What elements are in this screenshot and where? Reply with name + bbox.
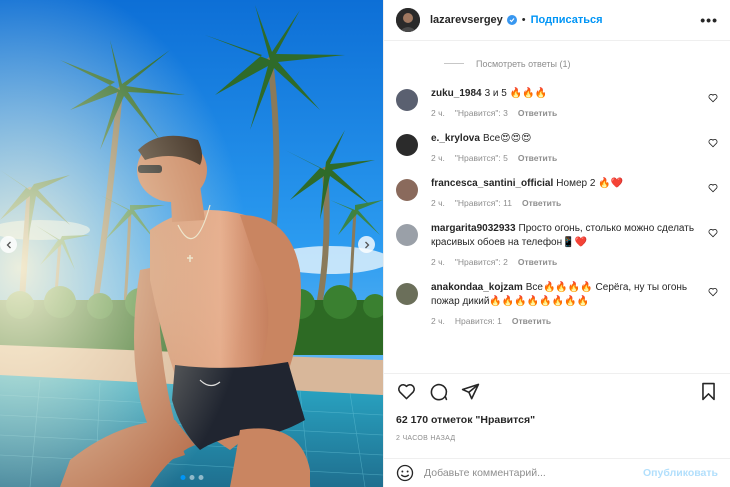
post-time[interactable]: 2 ЧАСОВ НАЗАД xyxy=(396,435,718,442)
comment-text: Номер 2 🔥❤️ xyxy=(556,177,624,189)
likes-count[interactable]: 62 170 отметок "Нравится" xyxy=(396,414,718,426)
heart-icon[interactable] xyxy=(396,382,416,402)
comment-time[interactable]: 2 ч. xyxy=(431,198,445,208)
comment-likes[interactable]: "Нравится": 11 xyxy=(455,198,512,208)
carousel-dot xyxy=(189,475,194,480)
verified-badge-icon xyxy=(506,14,517,25)
commenter-avatar[interactable] xyxy=(396,223,418,246)
commenter-avatar[interactable] xyxy=(396,282,418,305)
comment-input[interactable] xyxy=(424,467,644,479)
carousel-dots xyxy=(180,475,203,480)
commenter-username[interactable]: e._krylova xyxy=(431,133,480,144)
commenter-username[interactable]: anakondaa_kojzam xyxy=(431,282,523,293)
post-actions: 62 170 отметок "Нравится" 2 ЧАСОВ НАЗАД … xyxy=(384,372,730,487)
comment-likes[interactable]: "Нравится": 5 xyxy=(455,153,508,163)
reply-button[interactable]: Ответить xyxy=(518,153,557,163)
comment-item: e._krylova Все😍😍😍 2 ч. "Нравится": 5 Отве… xyxy=(396,132,718,163)
instagram-post: lazarevsergey • Подписаться ••• Посмотре… xyxy=(0,0,730,487)
commenter-username[interactable]: zuku_1984 xyxy=(431,88,482,99)
like-comment-icon[interactable] xyxy=(708,93,718,103)
author-username[interactable]: lazarevsergey xyxy=(430,14,503,26)
post-photo[interactable] xyxy=(0,0,383,487)
comment-icon[interactable] xyxy=(428,382,448,402)
comment-item: francesca_santini_official Номер 2 🔥❤️ 2 … xyxy=(396,177,718,208)
comments-list[interactable]: Посмотреть ответы (1) zuku_1984 3 и 5 🔥🔥🔥… xyxy=(384,41,730,373)
comment-likes[interactable]: "Нравится": 2 xyxy=(455,257,508,267)
like-comment-icon[interactable] xyxy=(708,228,718,238)
comment-time[interactable]: 2 ч. xyxy=(431,153,445,163)
action-bar xyxy=(396,374,718,410)
view-replies-button[interactable]: Посмотреть ответы (1) xyxy=(444,51,718,77)
comment-text: Все😍😍😍 xyxy=(482,132,532,144)
author-avatar[interactable] xyxy=(396,7,420,32)
next-arrow-icon[interactable] xyxy=(358,236,375,253)
comment-text: 3 и 5 🔥🔥🔥 xyxy=(484,87,547,99)
commenter-username[interactable]: francesca_santini_official xyxy=(431,178,553,189)
comment-composer: Опубликовать xyxy=(384,458,730,487)
post-side-panel: lazarevsergey • Подписаться ••• Посмотре… xyxy=(383,0,730,487)
comment-time[interactable]: 2 ч. xyxy=(431,316,445,326)
prev-arrow-icon[interactable] xyxy=(0,236,17,253)
comment-likes[interactable]: Нравится: 1 xyxy=(455,316,502,326)
reply-button[interactable]: Ответить xyxy=(522,198,561,208)
comment-item: zuku_1984 3 и 5 🔥🔥🔥 2 ч. "Нравится": 3 От… xyxy=(396,87,718,118)
comment-likes[interactable]: "Нравится": 3 xyxy=(455,108,508,118)
separator-dot: • xyxy=(521,13,526,26)
reply-button[interactable]: Ответить xyxy=(518,108,557,118)
comment-item: margarita9032933 Просто огонь, столько мо… xyxy=(396,222,718,267)
commenter-username[interactable]: margarita9032933 xyxy=(431,223,516,234)
comment-time[interactable]: 2 ч. xyxy=(431,257,445,267)
reply-button[interactable]: Ответить xyxy=(512,316,551,326)
comment-item: anakondaa_kojzam Все🔥🔥🔥🔥 Серёга, ну ты ог… xyxy=(396,281,718,326)
follow-button[interactable]: Подписаться xyxy=(531,14,603,26)
emoji-icon[interactable] xyxy=(396,464,414,482)
commenter-avatar[interactable] xyxy=(396,133,418,156)
carousel-dot xyxy=(198,475,203,480)
carousel-dot-active xyxy=(180,475,185,480)
more-options-icon[interactable]: ••• xyxy=(700,12,718,28)
reply-button[interactable]: Ответить xyxy=(518,257,557,267)
view-replies-label: Посмотреть ответы (1) xyxy=(476,58,571,69)
beach-photo xyxy=(0,0,383,487)
replies-line xyxy=(444,63,464,65)
like-comment-icon[interactable] xyxy=(708,183,718,193)
like-comment-icon[interactable] xyxy=(708,287,718,297)
commenter-avatar[interactable] xyxy=(396,178,418,201)
comment-time[interactable]: 2 ч. xyxy=(431,108,445,118)
post-header: lazarevsergey • Подписаться ••• xyxy=(384,0,730,41)
share-icon[interactable] xyxy=(460,382,480,402)
like-comment-icon[interactable] xyxy=(708,138,718,148)
publish-button[interactable]: Опубликовать xyxy=(643,467,718,479)
bookmark-icon[interactable] xyxy=(698,382,718,402)
commenter-avatar[interactable] xyxy=(396,88,418,111)
